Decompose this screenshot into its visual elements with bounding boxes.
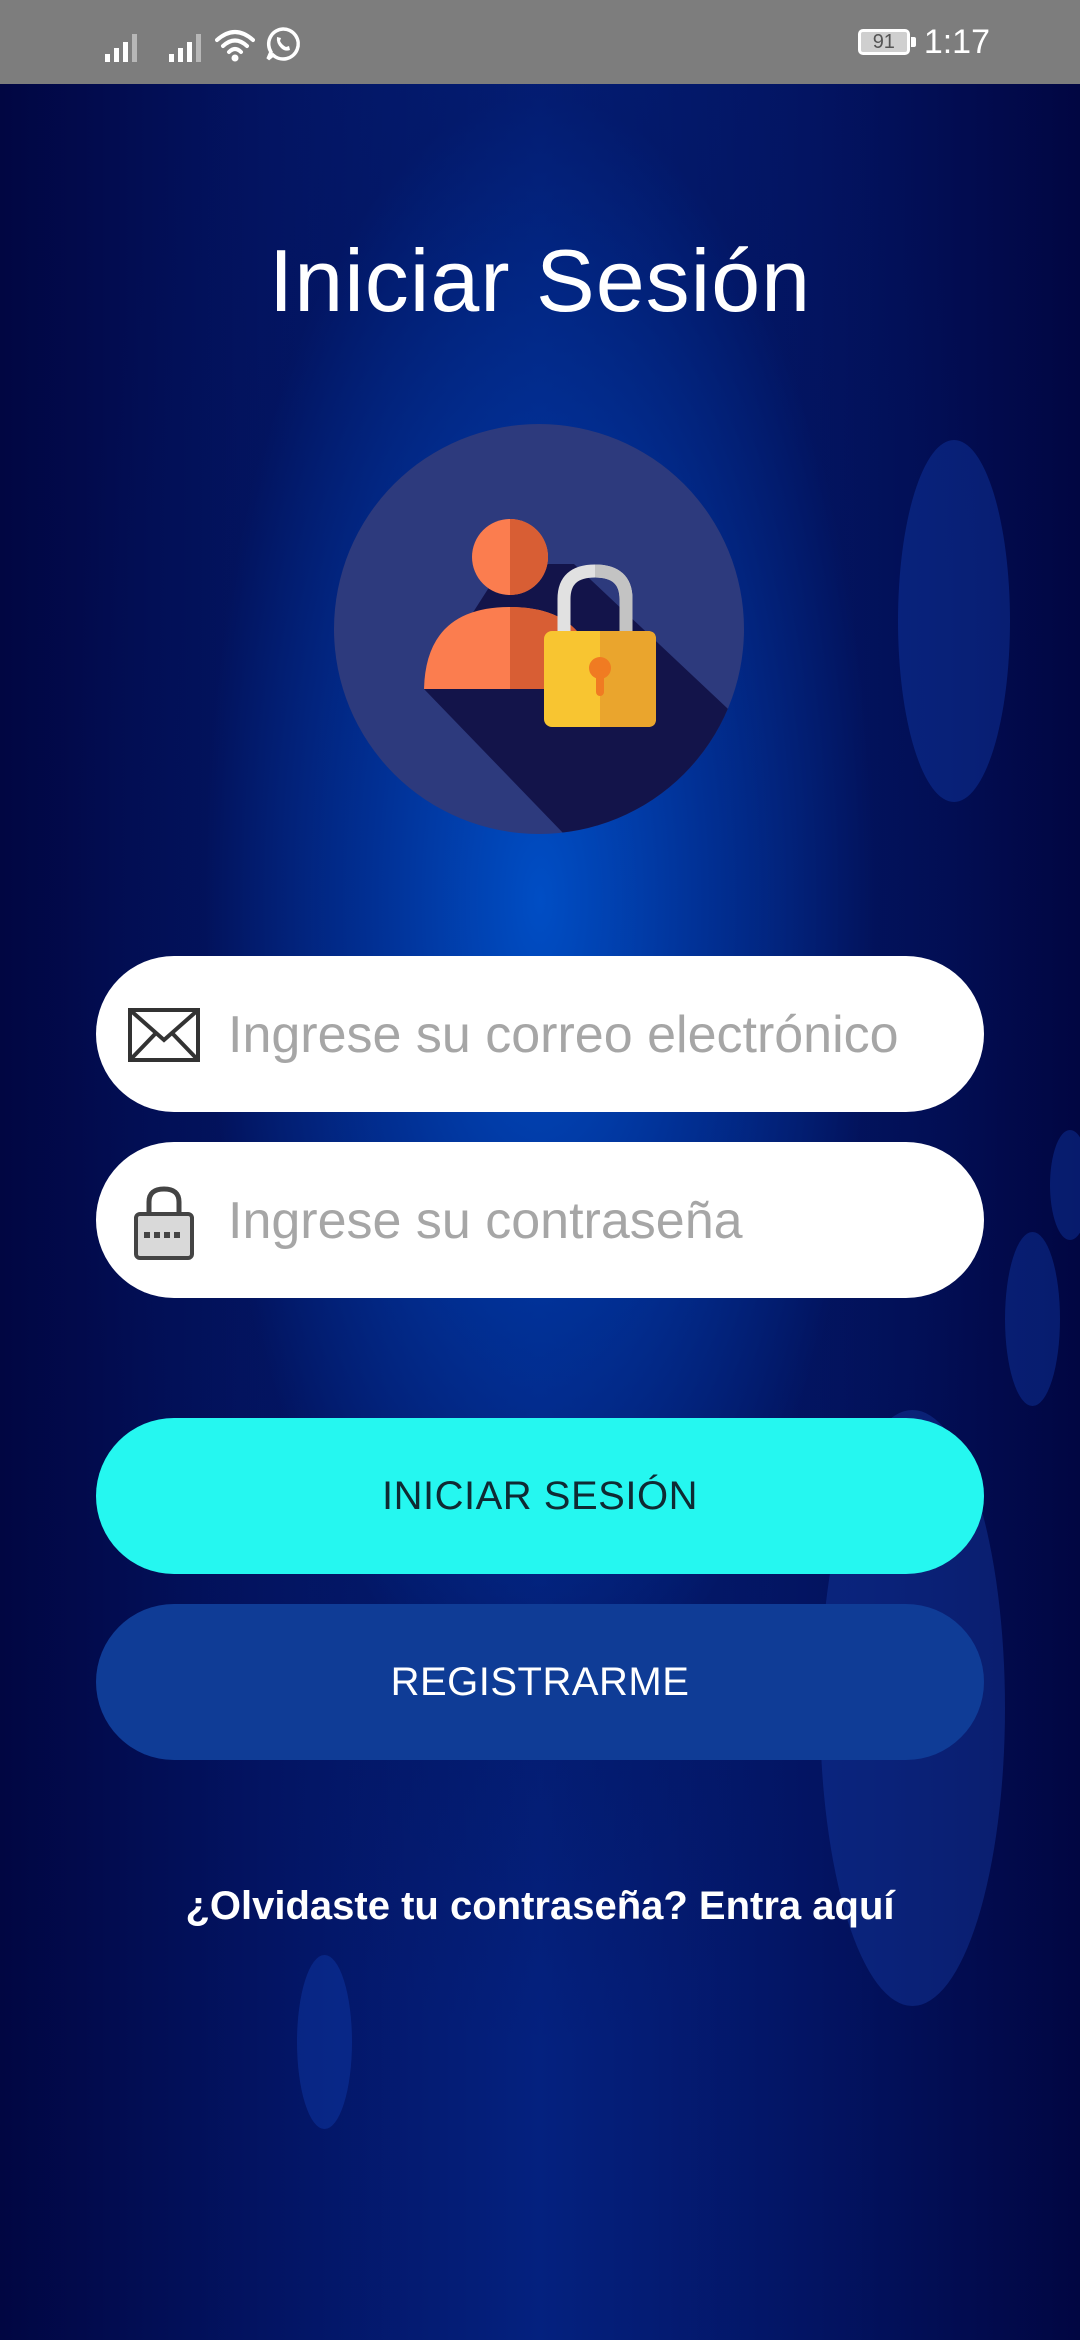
padlock-icon	[134, 1186, 194, 1260]
battery-icon: 91	[857, 29, 916, 55]
status-bar: 91 1:17	[0, 0, 1080, 84]
signal-icon	[105, 28, 137, 62]
clock: 1:17	[923, 22, 990, 61]
wifi-icon	[215, 30, 255, 62]
register-button[interactable]: REGISTRARME	[96, 1604, 984, 1760]
email-input[interactable]	[226, 984, 960, 1086]
envelope-icon	[128, 1008, 200, 1062]
page-title: Iniciar Sesión	[268, 231, 812, 330]
whatsapp-icon	[266, 27, 300, 61]
background-bubble	[1050, 1130, 1080, 1240]
password-input[interactable]	[226, 1170, 960, 1272]
signal-icon	[169, 28, 201, 62]
user-lock-icon	[334, 424, 744, 834]
background-bubble	[297, 1955, 352, 2129]
background-bubble	[1005, 1232, 1060, 1406]
login-screen: 91 1:17 Iniciar Sesión Ingrese su correo…	[0, 0, 1080, 2340]
email-field[interactable]	[96, 956, 984, 1112]
background-bubble	[898, 440, 1010, 802]
password-field[interactable]	[96, 1142, 984, 1298]
login-button[interactable]: INICIAR SESIÓN	[96, 1418, 984, 1574]
forgot-password-link[interactable]: ¿Olvidaste tu contraseña? Entra aquí	[0, 1884, 1080, 1929]
